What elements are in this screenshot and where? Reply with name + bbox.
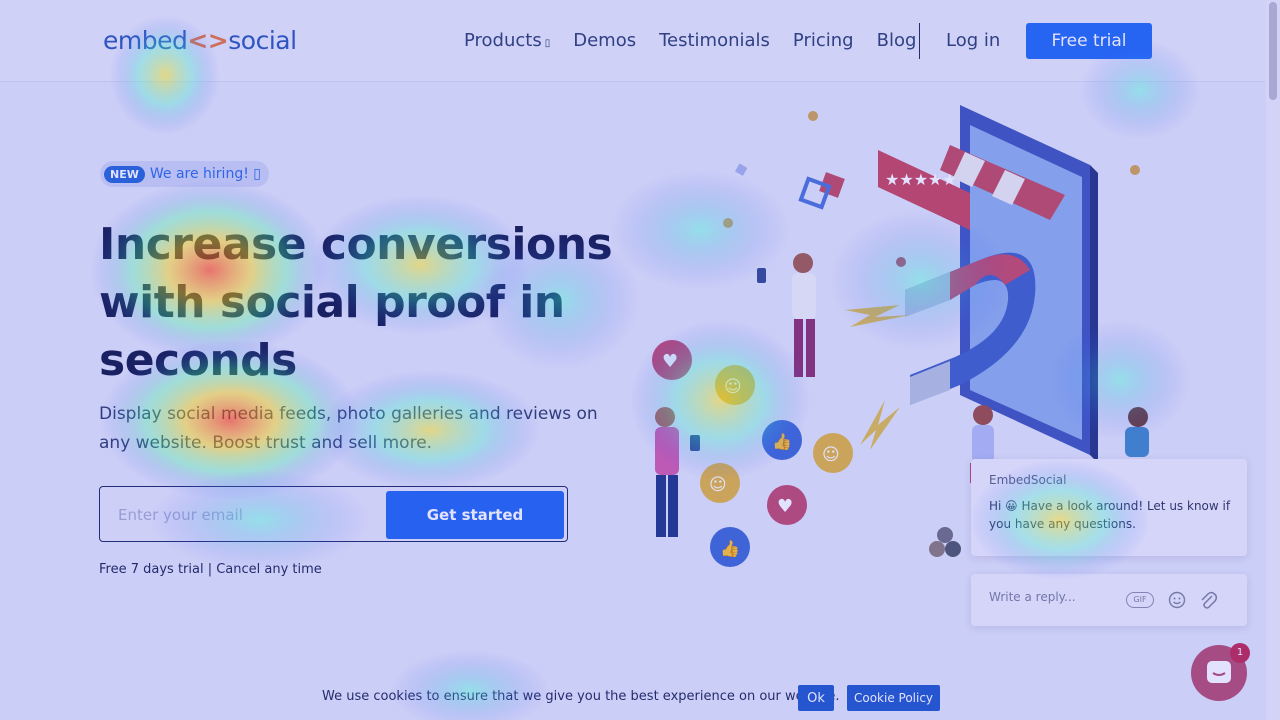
svg-text:♥: ♥	[777, 496, 793, 517]
nav-products[interactable]: Products ▯	[464, 30, 550, 51]
chat-message-text: Hi 😀 Have a look around! Let us know if …	[989, 499, 1231, 531]
nav-blog[interactable]: Blog	[877, 30, 917, 51]
nav-testimonials[interactable]: Testimonials	[659, 30, 770, 51]
chat-sender-name: EmbedSocial	[989, 473, 1067, 487]
gif-icon[interactable]: GIF	[1126, 592, 1154, 608]
logo-mark: <>	[187, 26, 229, 55]
signup-form: Get started	[99, 486, 568, 542]
login-link[interactable]: Log in	[946, 30, 1000, 51]
nav-demos[interactable]: Demos	[573, 30, 636, 51]
svg-text:👍: 👍	[772, 432, 792, 451]
embedsocial-logo[interactable]: embed<>social	[103, 26, 297, 55]
page-scrollbar[interactable]	[1266, 0, 1280, 720]
nav-divider	[919, 23, 920, 59]
email-input[interactable]	[118, 503, 368, 527]
chevron-down-icon: ▯	[544, 38, 551, 49]
svg-text:♥: ♥	[662, 351, 678, 372]
businessman-illustration	[757, 253, 816, 377]
man-sitting-illustration	[1125, 407, 1149, 457]
headline-line: Increase conversions	[99, 219, 613, 270]
new-badge: NEW	[104, 165, 145, 183]
hero-headline: Increase conversions with social proof i…	[99, 216, 639, 390]
svg-text:☺: ☺	[724, 377, 742, 397]
svg-text:★★★★★: ★★★★★	[885, 170, 957, 189]
logo-text-left: embed	[103, 26, 188, 55]
headline-line: with social proof in	[99, 277, 565, 328]
cookie-policy-button[interactable]: Cookie Policy	[847, 685, 940, 711]
emoji-icon[interactable]	[1168, 591, 1186, 609]
svg-text:☺: ☺	[822, 445, 840, 465]
cookie-message: We use cookies to ensure that we give yo…	[322, 689, 840, 704]
headline-line: seconds	[99, 335, 297, 386]
svg-text:👍: 👍	[720, 539, 740, 558]
cookie-bar: We use cookies to ensure that we give yo…	[0, 682, 1266, 720]
chat-message-card[interactable]: EmbedSocial Hi 😀 Have a look around! Let…	[971, 459, 1247, 556]
lightning-illustration	[845, 305, 910, 327]
free-trial-button[interactable]: Free trial	[1026, 23, 1152, 59]
trial-note: Free 7 days trial | Cancel any time	[99, 562, 322, 577]
person-with-phone-illustration	[655, 407, 700, 537]
chat-reply-box: GIF	[971, 574, 1247, 626]
get-started-button[interactable]: Get started	[386, 491, 564, 539]
unread-badge: 1	[1230, 643, 1250, 663]
chat-agent-avatars	[929, 527, 961, 557]
scrollbar-thumb[interactable]	[1269, 2, 1277, 100]
svg-text:☺: ☺	[709, 475, 727, 495]
hero-subheading: Display social media feeds, photo galler…	[99, 404, 598, 453]
chat-reply-input[interactable]	[989, 590, 1119, 604]
attachment-icon[interactable]	[1199, 590, 1217, 610]
site-header: embed<>social Products ▯ Demos Testimonia…	[0, 0, 1266, 82]
hiring-link-text: We are hiring! ▯	[149, 166, 261, 182]
nav-pricing[interactable]: Pricing	[793, 30, 854, 51]
logo-text-right: social	[228, 26, 297, 55]
social-reaction-icons: ♥ ☺ 👍 ☺ ☺ ♥ 👍	[652, 340, 853, 567]
hiring-pill[interactable]: NEW We are hiring! ▯	[100, 161, 269, 187]
main-nav: Products ▯ Demos Testimonials Pricing Blo…	[464, 30, 939, 51]
cookie-ok-button[interactable]: Ok	[798, 685, 834, 711]
nav-products-label: Products	[464, 30, 542, 51]
